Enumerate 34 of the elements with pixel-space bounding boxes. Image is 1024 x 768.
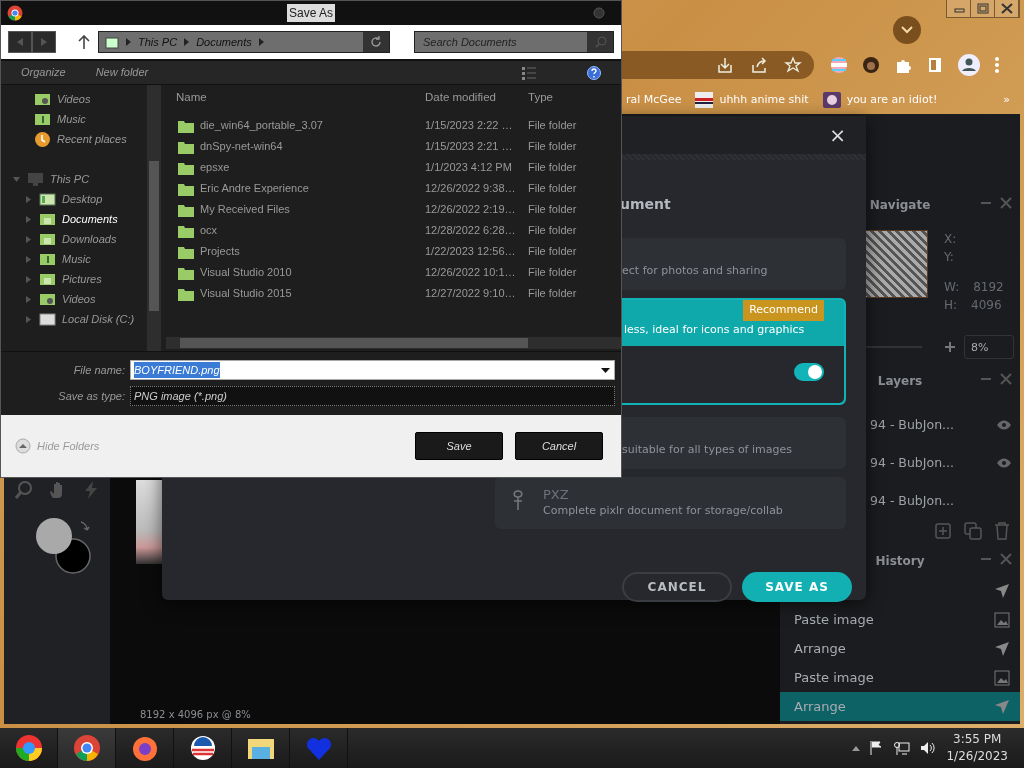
table-cell-text: 1/15/2023 2:21 … (425, 139, 514, 155)
window-title: Save As (287, 4, 335, 22)
field-label: Y: (944, 249, 954, 266)
panel-title: Layers (877, 373, 923, 390)
field-label: Save as type: (57, 388, 125, 404)
field-label: File name: (72, 362, 125, 378)
table-cell-text: File folder (528, 160, 578, 176)
format-name: PXZ (543, 486, 569, 504)
table-cell-text: File folder (528, 181, 578, 197)
field-label: H: (944, 297, 958, 314)
field-label: W: (944, 279, 960, 296)
table-cell-text: 1/1/2023 4:12 PM (425, 160, 513, 176)
canvas-size-label: 8192 x 4096 px @ 8% (140, 708, 251, 722)
recommend-tag: Recommend (743, 300, 824, 321)
table-cell-text: 12/26/2022 9:38… (425, 181, 517, 197)
table-cell-text: File folder (528, 202, 578, 218)
table-cell-text: File folder (528, 223, 578, 239)
table-cell-text: 1/15/2023 2:22 … (425, 118, 514, 134)
dialog-title: ument (620, 196, 671, 212)
format-description: suitable for all types of images (622, 442, 792, 458)
table-cell-text: File folder (528, 118, 578, 134)
format-description: less, ideal for icons and graphics (624, 322, 805, 338)
format-description: Complete pixlr document for storage/collab (543, 503, 783, 519)
table-cell-text: 12/26/2022 2:19… (425, 202, 517, 218)
field-value: 4096 (971, 297, 1002, 314)
format-description: ect for photos and sharing (622, 263, 768, 279)
table-cell-text: File folder (528, 265, 578, 281)
field-value: 8192 (973, 279, 1004, 296)
panel-title: Navigate (869, 197, 931, 214)
table-cell-text: File folder (528, 244, 578, 260)
field-label: X: (944, 231, 957, 248)
table-cell-text: 12/28/2022 6:28… (425, 223, 517, 239)
table-cell-text: File folder (528, 139, 578, 155)
panel-title: History (875, 553, 925, 570)
